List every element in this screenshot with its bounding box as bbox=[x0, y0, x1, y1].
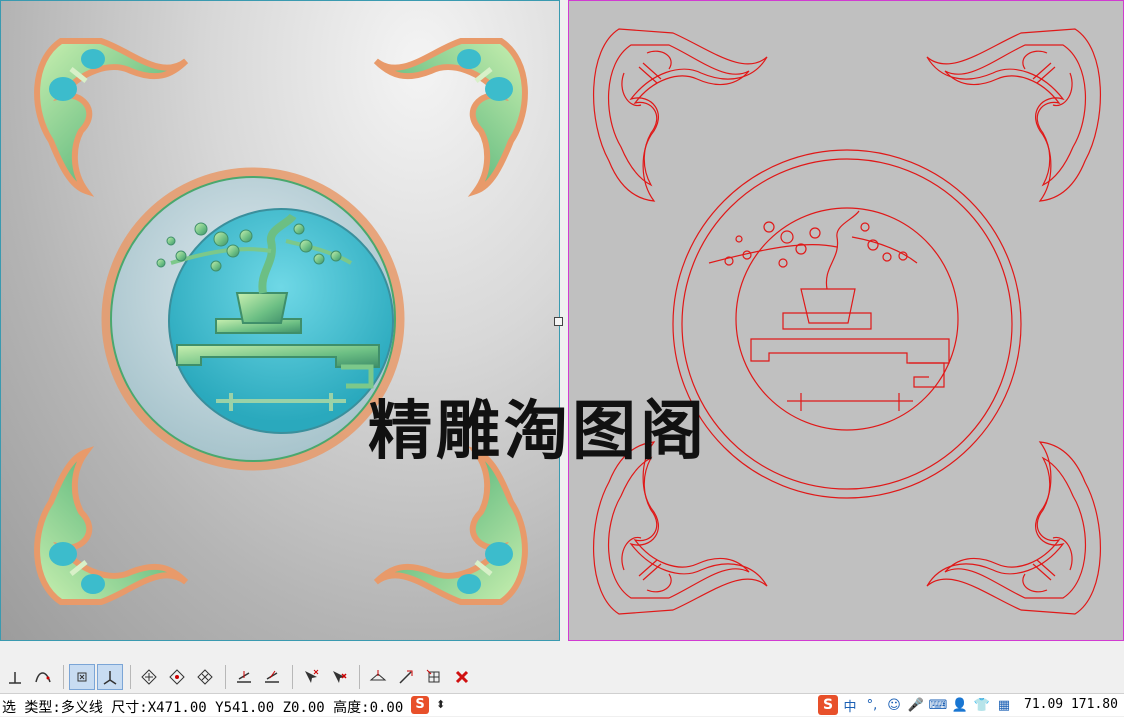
ime-language-toggle[interactable]: 中 bbox=[840, 695, 860, 715]
select-add-icon bbox=[305, 669, 319, 683]
diamond-x-icon bbox=[197, 668, 213, 685]
cursor-coordinates: 71.09 171.80 bbox=[1024, 697, 1118, 712]
axis-snap-icon bbox=[103, 670, 117, 685]
relief-render bbox=[1, 38, 560, 641]
diamond-cross-icon bbox=[141, 668, 157, 685]
punctuation-toggle[interactable]: °, bbox=[862, 695, 882, 715]
vector-outline bbox=[592, 28, 1102, 615]
toolbar-separator bbox=[130, 664, 131, 689]
keyboard-icon[interactable]: ⌨ bbox=[928, 695, 948, 715]
grid-edit-icon bbox=[426, 669, 440, 682]
toolbar-separator bbox=[225, 664, 226, 689]
corner-ornament bbox=[34, 38, 189, 197]
status-info: 选 类型:多义线 尺寸:X471.00 Y541.00 Z0.00 高度:0.0… bbox=[2, 700, 404, 716]
watermark-text: 精雕淘图阁 bbox=[368, 394, 708, 469]
relief-viewport[interactable] bbox=[0, 0, 560, 641]
diamond-cross-button[interactable] bbox=[136, 664, 162, 690]
select-remove-button[interactable] bbox=[326, 664, 352, 690]
sogou-tray-icon[interactable]: S bbox=[818, 695, 838, 715]
snap-toolbar bbox=[0, 660, 1124, 693]
eye-arrow-icon bbox=[369, 669, 387, 680]
viewport-splitter-handle[interactable] bbox=[554, 317, 563, 326]
layer-up-button[interactable] bbox=[231, 664, 257, 690]
diamond-x-button[interactable] bbox=[192, 664, 218, 690]
grid-menu-icon[interactable]: ▦ bbox=[994, 695, 1014, 715]
diamond-dot-button[interactable] bbox=[164, 664, 190, 690]
curve-snap-button[interactable] bbox=[30, 664, 56, 690]
point-snap-icon bbox=[77, 672, 87, 681]
emoji-icon[interactable]: ☺ bbox=[884, 695, 904, 715]
axis-snap-button[interactable] bbox=[97, 663, 123, 690]
user-icon[interactable]: 👤 bbox=[950, 695, 970, 715]
select-add-button[interactable] bbox=[298, 664, 324, 690]
shirt-icon[interactable]: 👕 bbox=[972, 695, 992, 715]
grid-edit-button[interactable] bbox=[421, 664, 447, 690]
diamond-dot-icon bbox=[169, 668, 185, 685]
vector-viewport[interactable] bbox=[568, 0, 1124, 641]
view-arrow-button[interactable] bbox=[365, 664, 391, 690]
delete-icon bbox=[455, 670, 469, 683]
chevron-updown-icon[interactable]: ⬍ bbox=[436, 698, 445, 711]
select-remove-icon bbox=[333, 670, 347, 683]
system-tray: S 中 °, ☺ 🎤 ⌨ 👤 👕 ▦ bbox=[818, 694, 1016, 716]
curve-snap-icon bbox=[35, 671, 51, 682]
pen-arrow-button[interactable] bbox=[393, 664, 419, 690]
perpendicular-icon bbox=[9, 671, 21, 684]
status-bar: 选 类型:多义线 尺寸:X471.00 Y541.00 Z0.00 高度:0.0… bbox=[0, 693, 1124, 716]
pen-arrow-icon bbox=[399, 670, 413, 684]
toolbar-separator bbox=[63, 664, 64, 689]
toolbar-separator bbox=[359, 664, 360, 689]
corner-outline bbox=[592, 28, 768, 202]
sogou-ime-icon[interactable]: S bbox=[411, 696, 429, 714]
toolbar-separator bbox=[292, 664, 293, 689]
layer-up-icon bbox=[237, 670, 251, 683]
layer-down-button[interactable] bbox=[259, 664, 285, 690]
microphone-icon[interactable]: 🎤 bbox=[906, 695, 926, 715]
layer-down-icon bbox=[265, 670, 279, 683]
delete-button[interactable] bbox=[449, 664, 475, 690]
point-snap-button[interactable] bbox=[69, 663, 95, 690]
perpendicular-snap-button[interactable] bbox=[2, 664, 28, 690]
